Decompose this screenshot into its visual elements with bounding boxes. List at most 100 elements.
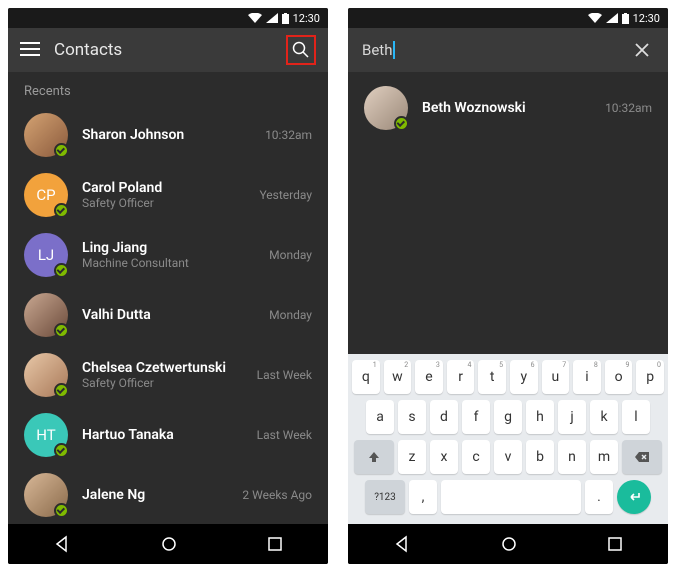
key-t[interactable]: t5 [478, 360, 506, 394]
contact-subtitle: Safety Officer [82, 196, 245, 210]
contact-time: Monday [269, 308, 312, 322]
key-d[interactable]: d [430, 400, 458, 434]
avatar: LJ [24, 233, 68, 277]
key-m[interactable]: m [590, 440, 618, 474]
key-p[interactable]: p0 [636, 360, 664, 394]
presence-available-icon [394, 116, 409, 131]
presence-available-icon [54, 263, 69, 278]
key-y[interactable]: y6 [510, 360, 538, 394]
contact-row[interactable]: LJ Ling JiangMachine Consultant Monday [8, 225, 328, 285]
avatar [364, 86, 408, 130]
key-u[interactable]: u7 [542, 360, 570, 394]
battery-icon [622, 13, 629, 24]
key-b[interactable]: b [526, 440, 554, 474]
key-g[interactable]: g [494, 400, 522, 434]
space-key[interactable] [441, 480, 581, 514]
contact-name: Sharon Johnson [82, 127, 251, 143]
contact-time: Last Week [257, 428, 312, 442]
header: Contacts [8, 28, 328, 72]
status-time: 12:30 [633, 12, 660, 25]
contact-time: Last Week [257, 368, 312, 382]
contact-name: Chelsea Czetwertunski [82, 360, 243, 376]
contact-info: Ling JiangMachine Consultant [82, 240, 255, 270]
key-j[interactable]: j [558, 400, 586, 434]
contact-info: Hartuo Tanaka [82, 427, 243, 443]
battery-icon [282, 13, 289, 24]
contact-row[interactable]: Jalene Ng2 Weeks Ago [8, 465, 328, 524]
shift-key[interactable] [354, 440, 394, 474]
contact-row[interactable]: Chelsea CzetwertunskiSafety Officer Last … [8, 345, 328, 405]
back-button[interactable] [53, 535, 71, 553]
contact-time: 2 Weeks Ago [242, 488, 312, 502]
key-x[interactable]: x [430, 440, 458, 474]
contact-info: Beth Woznowski [422, 100, 591, 116]
avatar: CP [24, 173, 68, 217]
search-bar: Beth [348, 28, 668, 72]
presence-available-icon [54, 383, 69, 398]
key-k[interactable]: k [590, 400, 618, 434]
contact-name: Beth Woznowski [422, 100, 591, 116]
key-q[interactable]: q1 [352, 360, 380, 394]
home-button[interactable] [500, 535, 518, 553]
key-r[interactable]: r4 [447, 360, 475, 394]
result-row[interactable]: Beth Woznowski 10:32am [348, 78, 668, 138]
key-h[interactable]: h [526, 400, 554, 434]
avatar [24, 353, 68, 397]
key-n[interactable]: n [558, 440, 586, 474]
status-time: 12:30 [293, 12, 320, 25]
contact-name: Hartuo Tanaka [82, 427, 243, 443]
avatar [24, 293, 68, 337]
contact-time: Yesterday [259, 188, 312, 202]
contact-subtitle: Machine Consultant [82, 256, 255, 270]
contact-time: 10:32am [605, 101, 652, 115]
key-a[interactable]: a [366, 400, 394, 434]
search-results: Beth Woznowski 10:32am [348, 72, 668, 354]
contact-name: Carol Poland [82, 180, 245, 196]
enter-icon [627, 491, 641, 503]
key-l[interactable]: l [622, 400, 650, 434]
search-input[interactable]: Beth [362, 41, 620, 59]
key-v[interactable]: v [494, 440, 522, 474]
home-button[interactable] [160, 535, 178, 553]
contact-time: Monday [269, 248, 312, 262]
symbols-key[interactable]: ?123 [365, 480, 405, 514]
contact-row[interactable]: Sharon Johnson 10:32am [8, 105, 328, 165]
contact-row[interactable]: Valhi DuttaMonday [8, 285, 328, 345]
clear-search-button[interactable] [630, 38, 654, 62]
key-s[interactable]: s [398, 400, 426, 434]
key-w[interactable]: w2 [384, 360, 412, 394]
avatar [24, 473, 68, 517]
contact-list[interactable]: Sharon Johnson10:32amCPCarol PolandSafet… [8, 105, 328, 524]
key-i[interactable]: i8 [573, 360, 601, 394]
avatar: HT [24, 413, 68, 457]
contact-subtitle: Safety Officer [82, 376, 243, 390]
menu-button[interactable] [20, 41, 40, 60]
key-c[interactable]: c [462, 440, 490, 474]
status-bar: 12:30 [8, 8, 328, 28]
overview-button[interactable] [267, 536, 283, 552]
contact-row[interactable]: HT Hartuo Tanaka Last Week [8, 405, 328, 465]
key-o[interactable]: o9 [605, 360, 633, 394]
contact-row[interactable]: CP Carol PolandSafety Officer Yesterday [8, 165, 328, 225]
close-icon [634, 42, 650, 58]
back-button[interactable] [393, 535, 411, 553]
signal-icon [606, 13, 618, 23]
key-z[interactable]: z [398, 440, 426, 474]
backspace-icon [634, 451, 650, 463]
comma-key[interactable]: , [409, 480, 437, 514]
wifi-icon [588, 13, 602, 23]
text-cursor [393, 41, 395, 59]
section-recents-label: Recents [8, 72, 328, 105]
search-query-text: Beth [362, 41, 392, 59]
overview-button[interactable] [607, 536, 623, 552]
page-title: Contacts [54, 40, 272, 60]
backspace-key[interactable] [622, 440, 662, 474]
search-icon [292, 41, 310, 59]
enter-key[interactable] [617, 480, 651, 514]
search-button[interactable] [286, 35, 316, 65]
contact-name: Ling Jiang [82, 240, 255, 256]
contact-time: 10:32am [265, 128, 312, 142]
key-e[interactable]: e3 [415, 360, 443, 394]
key-f[interactable]: f [462, 400, 490, 434]
period-key[interactable]: . [585, 480, 613, 514]
